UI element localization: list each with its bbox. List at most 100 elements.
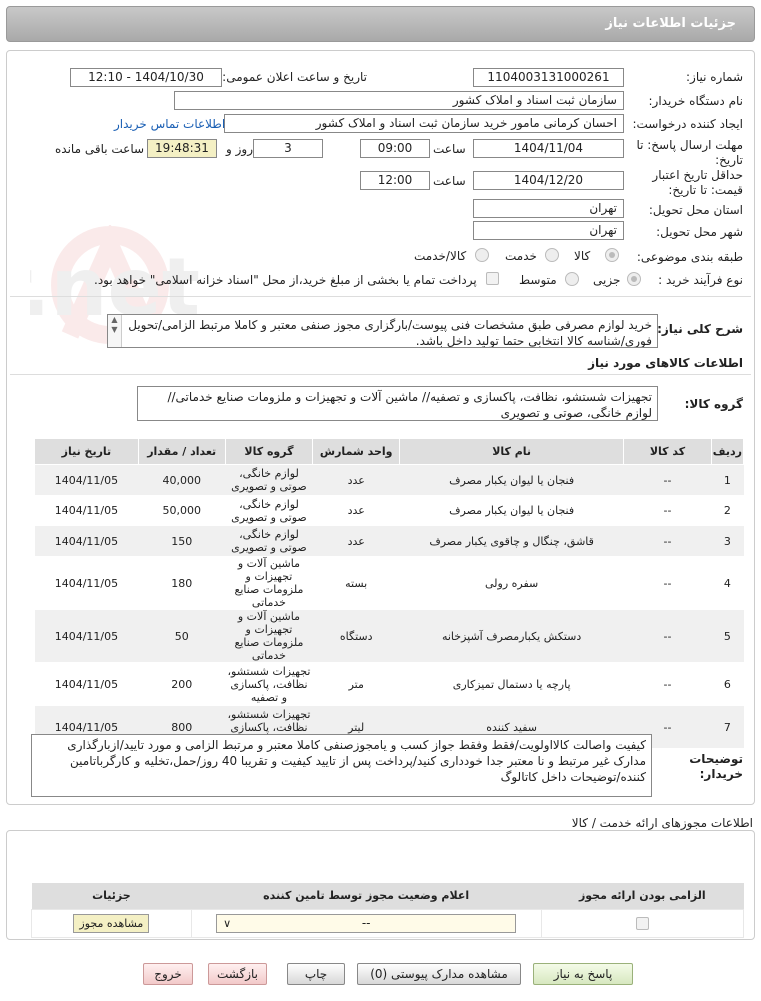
row-qty: 180: [138, 556, 226, 610]
row-qty: 50,000: [138, 495, 226, 526]
purchase-medium-label: متوسط: [519, 273, 557, 287]
chevron-down-icon: ∨: [223, 916, 232, 930]
contact-buyer-link[interactable]: اطلاعات تماس خریدار: [114, 117, 225, 131]
license-status-value: --: [361, 915, 371, 930]
deadline-time-field: 09:00: [360, 139, 430, 158]
table-row: 2 -- فنجان یا لیوان یکبار مصرف عدد لوازم…: [34, 495, 744, 526]
license-row: ∨ -- مشاهده مجوز: [31, 908, 745, 938]
validity-time-field: 12:00: [360, 171, 430, 190]
buyer-org-field: سازمان ثبت اسناد و املاک کشور: [174, 91, 624, 110]
row-name: سفره رولی: [399, 556, 624, 610]
announce-label: تاریخ و ساعت اعلان عمومی:: [222, 70, 367, 84]
row-qty: 40,000: [138, 464, 226, 496]
table-row: 6 -- پارچه یا دستمال تمیزکاری متر تجهیزا…: [34, 662, 744, 706]
payment-note: پرداخت تمام یا بخشی از مبلغ خرید،از محل …: [94, 273, 477, 287]
days-label: روز و: [226, 142, 253, 156]
days-field: 3: [253, 139, 323, 158]
col-license-details: جزئیات: [31, 883, 192, 909]
license-table: الزامی بودن ارائه مجوز اعلام وضعیت مجوز …: [31, 883, 745, 938]
col-group: گروه کالا: [224, 438, 314, 465]
notes-field: کیفیت واصالت کالااولویت/فقط وفقط جواز کس…: [31, 734, 652, 797]
category-radio-both[interactable]: [475, 248, 489, 262]
category-radio-service[interactable]: [545, 248, 559, 262]
view-documents-button[interactable]: مشاهده مدارک پیوستی (0): [357, 963, 521, 985]
row-name: فنجان یا لیوان یکبار مصرف: [399, 464, 624, 496]
col-name: نام کالا: [399, 438, 625, 465]
row-group: لوازم خانگی، صوتی و تصویری: [225, 464, 313, 496]
license-required-checkbox[interactable]: [635, 916, 649, 930]
col-idx: ردیف: [710, 438, 745, 465]
divider: [10, 296, 751, 297]
row-name: دستکش یکبارمصرف آشپزخانه: [399, 609, 624, 663]
row-code: --: [623, 495, 712, 526]
col-qty: تعداد / مقدار: [137, 438, 226, 465]
row-group: تجهیزات شستشو، نظافت، پاکسازی و تصفیه: [225, 662, 313, 706]
row-group: لوازم خانگی، صوتی و تصویری: [225, 495, 313, 526]
row-idx: 7: [711, 705, 744, 749]
row-date: 1404/11/05: [34, 464, 139, 496]
need-number-label: شماره نیاز:: [686, 70, 743, 84]
goods-group-label: گروه کالا:: [684, 397, 743, 411]
row-idx: 5: [711, 609, 744, 663]
row-date: 1404/11/05: [34, 662, 139, 706]
row-unit: عدد: [312, 464, 400, 496]
row-idx: 6: [711, 662, 744, 706]
purchase-radio-minor[interactable]: [627, 272, 641, 286]
summary-label: شرح کلی نیاز:: [657, 322, 743, 336]
col-unit: واحد شمارش: [312, 438, 401, 465]
row-code: --: [623, 525, 712, 557]
province-label: استان محل تحویل:: [648, 203, 743, 217]
exit-button[interactable]: خروج: [143, 963, 193, 985]
license-status-cell: ∨ --: [190, 908, 542, 938]
category-radio-goods[interactable]: [605, 248, 619, 262]
table-row: 5 -- دستکش یکبارمصرف آشپزخانه دستگاه ماش…: [34, 609, 744, 663]
row-group: ماشین آلات و تجهیزات و ملزومات صنایع خدم…: [225, 609, 313, 663]
row-unit: بسته: [312, 556, 400, 610]
view-license-button[interactable]: مشاهده مجوز: [73, 913, 150, 933]
row-unit: عدد: [312, 525, 400, 557]
buyer-org-label: نام دستگاه خریدار:: [648, 94, 744, 108]
table-row: 3 -- قاشق، چنگال و چاقوی یکبار مصرف عدد …: [34, 525, 744, 557]
row-code: --: [623, 609, 712, 663]
row-name: قاشق، چنگال و چاقوی یکبار مصرف: [399, 525, 624, 557]
notes-label: توضیحات خریدار:: [689, 752, 743, 781]
print-button[interactable]: چاپ: [287, 963, 345, 985]
license-section-title: اطلاعات مجوزهای ارائه خدمت / کالا: [571, 816, 753, 830]
need-number-field: 1104003131000261: [473, 68, 624, 87]
row-group: ماشین آلات و تجهیزات و ملزومات صنایع خدم…: [225, 556, 313, 610]
deadline-label: مهلت ارسال پاسخ: تا تاریخ:: [636, 138, 743, 167]
goods-group-field: تجهیزات شستشو، نظافت، پاکسازی و تصفیه// …: [137, 386, 658, 421]
table-row: 1 -- فنجان یا لیوان یکبار مصرف عدد لوازم…: [34, 464, 744, 496]
row-idx: 4: [711, 556, 744, 610]
summary-scroll-arrows[interactable]: ▲ ▼: [108, 315, 122, 347]
row-date: 1404/11/05: [34, 495, 139, 526]
page-title: جزئیات اطلاعات نیاز: [605, 16, 736, 31]
creator-label: ایجاد کننده درخواست:: [632, 117, 743, 131]
row-unit: دستگاه: [312, 609, 400, 663]
col-license-required: الزامی بودن ارائه مجوز: [541, 883, 744, 909]
category-service-label: خدمت: [505, 249, 537, 263]
row-name: پارچه یا دستمال تمیزکاری: [399, 662, 624, 706]
row-idx: 3: [711, 525, 744, 557]
row-unit: عدد: [312, 495, 400, 526]
row-idx: 2: [711, 495, 744, 526]
purchase-type-label: نوع فرآیند خرید :: [658, 273, 743, 287]
row-code: --: [623, 662, 712, 706]
deadline-date-field: 1404/11/04: [473, 139, 624, 158]
purchase-radio-medium[interactable]: [565, 272, 579, 286]
license-status-select[interactable]: ∨ --: [216, 913, 517, 933]
license-details-cell: مشاهده مجوز: [31, 908, 192, 938]
col-code: کد کالا: [623, 438, 712, 465]
summary-textarea[interactable]: خرید لوازم مصرفی طبق مشخصات فنی پیوست/با…: [107, 314, 658, 348]
city-field: تهران: [473, 221, 624, 240]
goods-table: ردیف کد کالا نام کالا واحد شمارش گروه کا…: [34, 438, 745, 749]
announce-field: 1404/10/30 - 12:10: [70, 68, 222, 87]
table-row: 4 -- سفره رولی بسته ماشین آلات و تجهیزات…: [34, 556, 744, 610]
deadline-time-label: ساعت: [433, 142, 466, 156]
row-date: 1404/11/05: [34, 556, 139, 610]
remaining-label: ساعت باقی مانده: [55, 142, 145, 156]
reply-button[interactable]: پاسخ به نیاز: [533, 963, 633, 985]
back-button[interactable]: بازگشت: [208, 963, 267, 985]
treasury-checkbox[interactable]: [486, 272, 499, 285]
validity-time-label: ساعت: [433, 174, 466, 188]
